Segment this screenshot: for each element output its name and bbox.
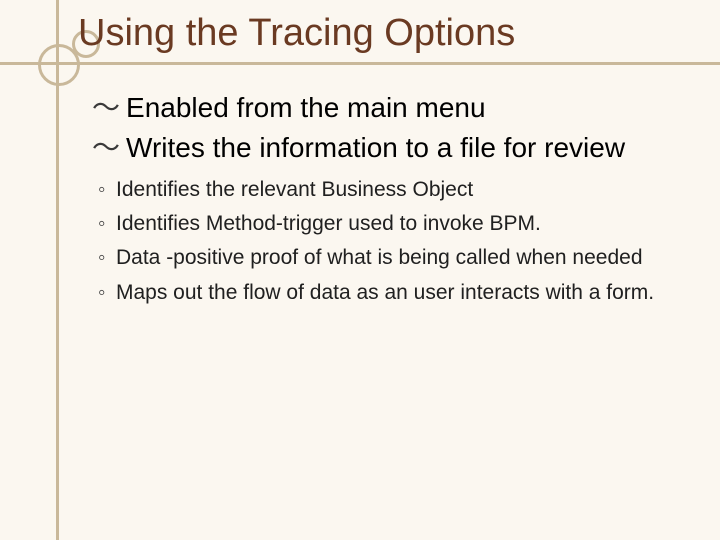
bullet-text: Enabled from the main menu [126, 90, 690, 126]
sub-bullet-marker: ◦ [98, 176, 116, 204]
bullet-rest: the information to a file for review [205, 132, 625, 163]
bullet-item: ～ Enabled from the main menu [92, 90, 690, 126]
sub-bullet-item: ◦ Data -positive proof of what is being … [98, 244, 690, 272]
bullet-icon: ～ [92, 90, 120, 126]
sub-bullet-item: ◦ Identifies the relevant Business Objec… [98, 176, 690, 204]
sub-bullet-marker: ◦ [98, 210, 116, 238]
bullet-lead: Writes [126, 132, 205, 163]
sub-bullet-text: Identifies Method-trigger used to invoke… [116, 210, 690, 238]
bullet-icon: ～ [92, 130, 120, 166]
horizontal-rule [0, 62, 720, 65]
slide-body: ～ Enabled from the main menu ～ Writes th… [92, 90, 690, 313]
bullet-text: Writes the information to a file for rev… [126, 130, 690, 166]
sub-bullet-item: ◦ Identifies Method-trigger used to invo… [98, 210, 690, 238]
sub-bullet-item: ◦ Maps out the flow of data as an user i… [98, 279, 690, 307]
sub-bullet-text: Maps out the flow of data as an user int… [116, 279, 690, 307]
sub-bullet-text: Identifies the relevant Business Object [116, 176, 690, 204]
sub-bullet-marker: ◦ [98, 279, 116, 307]
bullet-item: ～ Writes the information to a file for r… [92, 130, 690, 166]
bullet-lead: Enabled [126, 92, 229, 123]
bullet-rest: from the main menu [229, 92, 486, 123]
sub-bullet-marker: ◦ [98, 244, 116, 272]
slide-title: Using the Tracing Options [78, 12, 515, 55]
sub-bullet-list: ◦ Identifies the relevant Business Objec… [98, 176, 690, 307]
sub-bullet-text: Data -positive proof of what is being ca… [116, 244, 690, 272]
